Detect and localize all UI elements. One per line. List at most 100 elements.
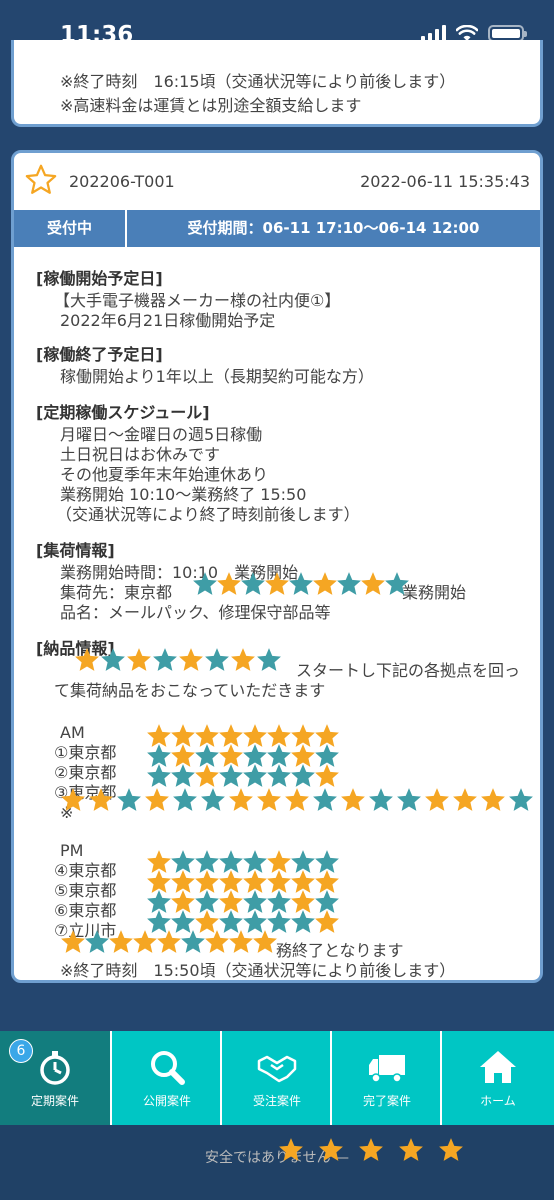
redaction-star-icon [200, 787, 226, 813]
redaction-star-icon [172, 787, 198, 813]
tab-label: 完了案件 [362, 1094, 411, 1108]
redaction-star-icon [74, 647, 100, 673]
redaction-star-icon [290, 909, 316, 935]
detail-line: 品名：メールパック、修理保守部品等 [60, 603, 331, 622]
redaction-star-icon [60, 787, 86, 813]
route-item: ④東京都 [54, 861, 117, 880]
redaction-star-icon [228, 787, 254, 813]
redaction-star-icon [240, 571, 266, 597]
redaction-star-icon [290, 763, 316, 789]
am-label: AM [60, 723, 85, 742]
redaction-star-icon [228, 929, 254, 955]
status-row: 受付中 受付期間：06-11 17:10〜06-14 12:00 [14, 210, 540, 247]
detail-line: （交通状況等により終了時刻前後します） [56, 505, 360, 524]
detail-line: 務終了となります [276, 941, 404, 960]
tab-label: ホーム [480, 1094, 516, 1108]
previous-card-line: ※高速料金は運賃とは別途全額支給します [60, 96, 362, 115]
section-title-schedule: [定期稼働スケジュール] [36, 403, 210, 422]
redaction-star-icon [156, 929, 182, 955]
tab-label: 定期案件 [30, 1094, 79, 1108]
redaction-star-icon [278, 1137, 304, 1163]
redaction-star-icon [508, 787, 534, 813]
redaction-star-icon [480, 787, 506, 813]
redaction-star-icon [318, 1137, 344, 1163]
redaction-star-icon [424, 787, 450, 813]
redaction-star-icon [152, 647, 178, 673]
handshake-icon [257, 1055, 297, 1083]
redaction-star-icon [88, 787, 114, 813]
detail-line: 2022年6月21日稼働開始予定 [60, 311, 276, 330]
section-title-end: [稼働終了予定日] [36, 345, 163, 364]
tab-accepted-jobs[interactable]: 受注案件 [222, 1031, 332, 1125]
redaction-star-icon [126, 647, 152, 673]
detail-line: 【大手電子機器メーカー様の社内便①】 [54, 291, 341, 310]
redaction-star-icon [452, 787, 478, 813]
tab-regular-jobs[interactable]: 6 定期案件 [0, 1031, 110, 1125]
redaction-star-icon [216, 571, 242, 597]
truck-icon [369, 1055, 405, 1083]
wifi-icon [456, 24, 478, 41]
redaction-star-icon [336, 571, 362, 597]
status-badge: 受付中 [14, 210, 127, 247]
tab-home[interactable]: ホーム [442, 1031, 554, 1125]
tab-public-jobs[interactable]: 公開案件 [112, 1031, 222, 1125]
detail-line: スタートし下記の各拠点を回っ [296, 661, 521, 680]
redaction-star-icon [398, 1137, 424, 1163]
redaction-star-icon [358, 1137, 384, 1163]
redaction-star-icon [180, 929, 206, 955]
job-card-header: 202206-T001 2022-06-11 15:35:43 [14, 153, 540, 209]
section-title-start: [稼働開始予定日] [36, 269, 163, 288]
bottom-tab-bar: 6 定期案件 公開案件 受注案件 完了案件 ホーム [0, 1031, 554, 1125]
redaction-star-icon [288, 571, 314, 597]
tab-label: 受注案件 [252, 1094, 301, 1108]
acceptance-period: 受付期間：06-11 17:10〜06-14 12:00 [187, 219, 480, 237]
redaction-star-icon [204, 929, 230, 955]
redaction-star-icon [384, 571, 410, 597]
detail-line: ※終了時刻 15:50頃（交通状況等により前後します） [60, 961, 456, 980]
tab-completed-jobs[interactable]: 完了案件 [332, 1031, 442, 1125]
previous-job-card: ※終了時刻 16:15頃（交通状況等により前後します） ※高速料金は運賃とは別途… [11, 40, 543, 127]
detail-line: 業務開始 [402, 583, 467, 602]
job-card[interactable]: 202206-T001 2022-06-11 15:35:43 受付中 受付期間… [11, 150, 543, 983]
battery-icon [488, 24, 527, 42]
redaction-star-icon [84, 929, 110, 955]
redaction-star-icon [132, 929, 158, 955]
detail-line: 土日祝日はお休みです [60, 445, 221, 464]
route-item: ②東京都 [54, 763, 117, 782]
redaction-star-icon [368, 787, 394, 813]
redaction-star-icon [266, 763, 292, 789]
redaction-star-icon [144, 787, 170, 813]
previous-card-line: ※終了時刻 16:15頃（交通状況等により前後します） [60, 72, 456, 91]
redaction-star-icon [314, 909, 340, 935]
redaction-star-icon [340, 787, 366, 813]
search-icon [151, 1051, 185, 1085]
redaction-star-icon [284, 787, 310, 813]
home-icon [480, 1051, 516, 1083]
redaction-star-icon [204, 647, 230, 673]
redaction-star-icon [194, 763, 220, 789]
redaction-star-icon [178, 647, 204, 673]
redaction-star-icon [230, 647, 256, 673]
job-id: 202206-T001 [69, 172, 175, 191]
redaction-star-icon [192, 571, 218, 597]
redaction-star-icon [218, 763, 244, 789]
detail-line: 業務開始 10:10〜業務終了 15:50 [60, 485, 307, 504]
redaction-star-icon [438, 1137, 464, 1163]
section-title-pickup: [集荷情報] [36, 541, 115, 560]
redaction-star-icon [264, 571, 290, 597]
route-item: ⑥東京都 [54, 901, 117, 920]
redaction-star-icon [252, 929, 278, 955]
detail-line: て集荷納品をおこなっていただきます [54, 681, 326, 700]
detail-line: その他夏季年末年始連休あり [60, 465, 269, 484]
favorite-star-icon[interactable] [24, 163, 58, 197]
redaction-star-icon [100, 647, 126, 673]
route-item: ⑤東京都 [54, 881, 117, 900]
redaction-star-icon [146, 763, 172, 789]
redaction-star-icon [116, 787, 142, 813]
posted-datetime: 2022-06-11 15:35:43 [360, 172, 530, 191]
notification-badge: 6 [9, 1039, 33, 1063]
browser-address-bar[interactable]: 安全ではありません — [0, 1125, 554, 1200]
redaction-star-icon [314, 763, 340, 789]
tab-label: 公開案件 [142, 1094, 191, 1108]
redaction-star-icon [60, 929, 86, 955]
